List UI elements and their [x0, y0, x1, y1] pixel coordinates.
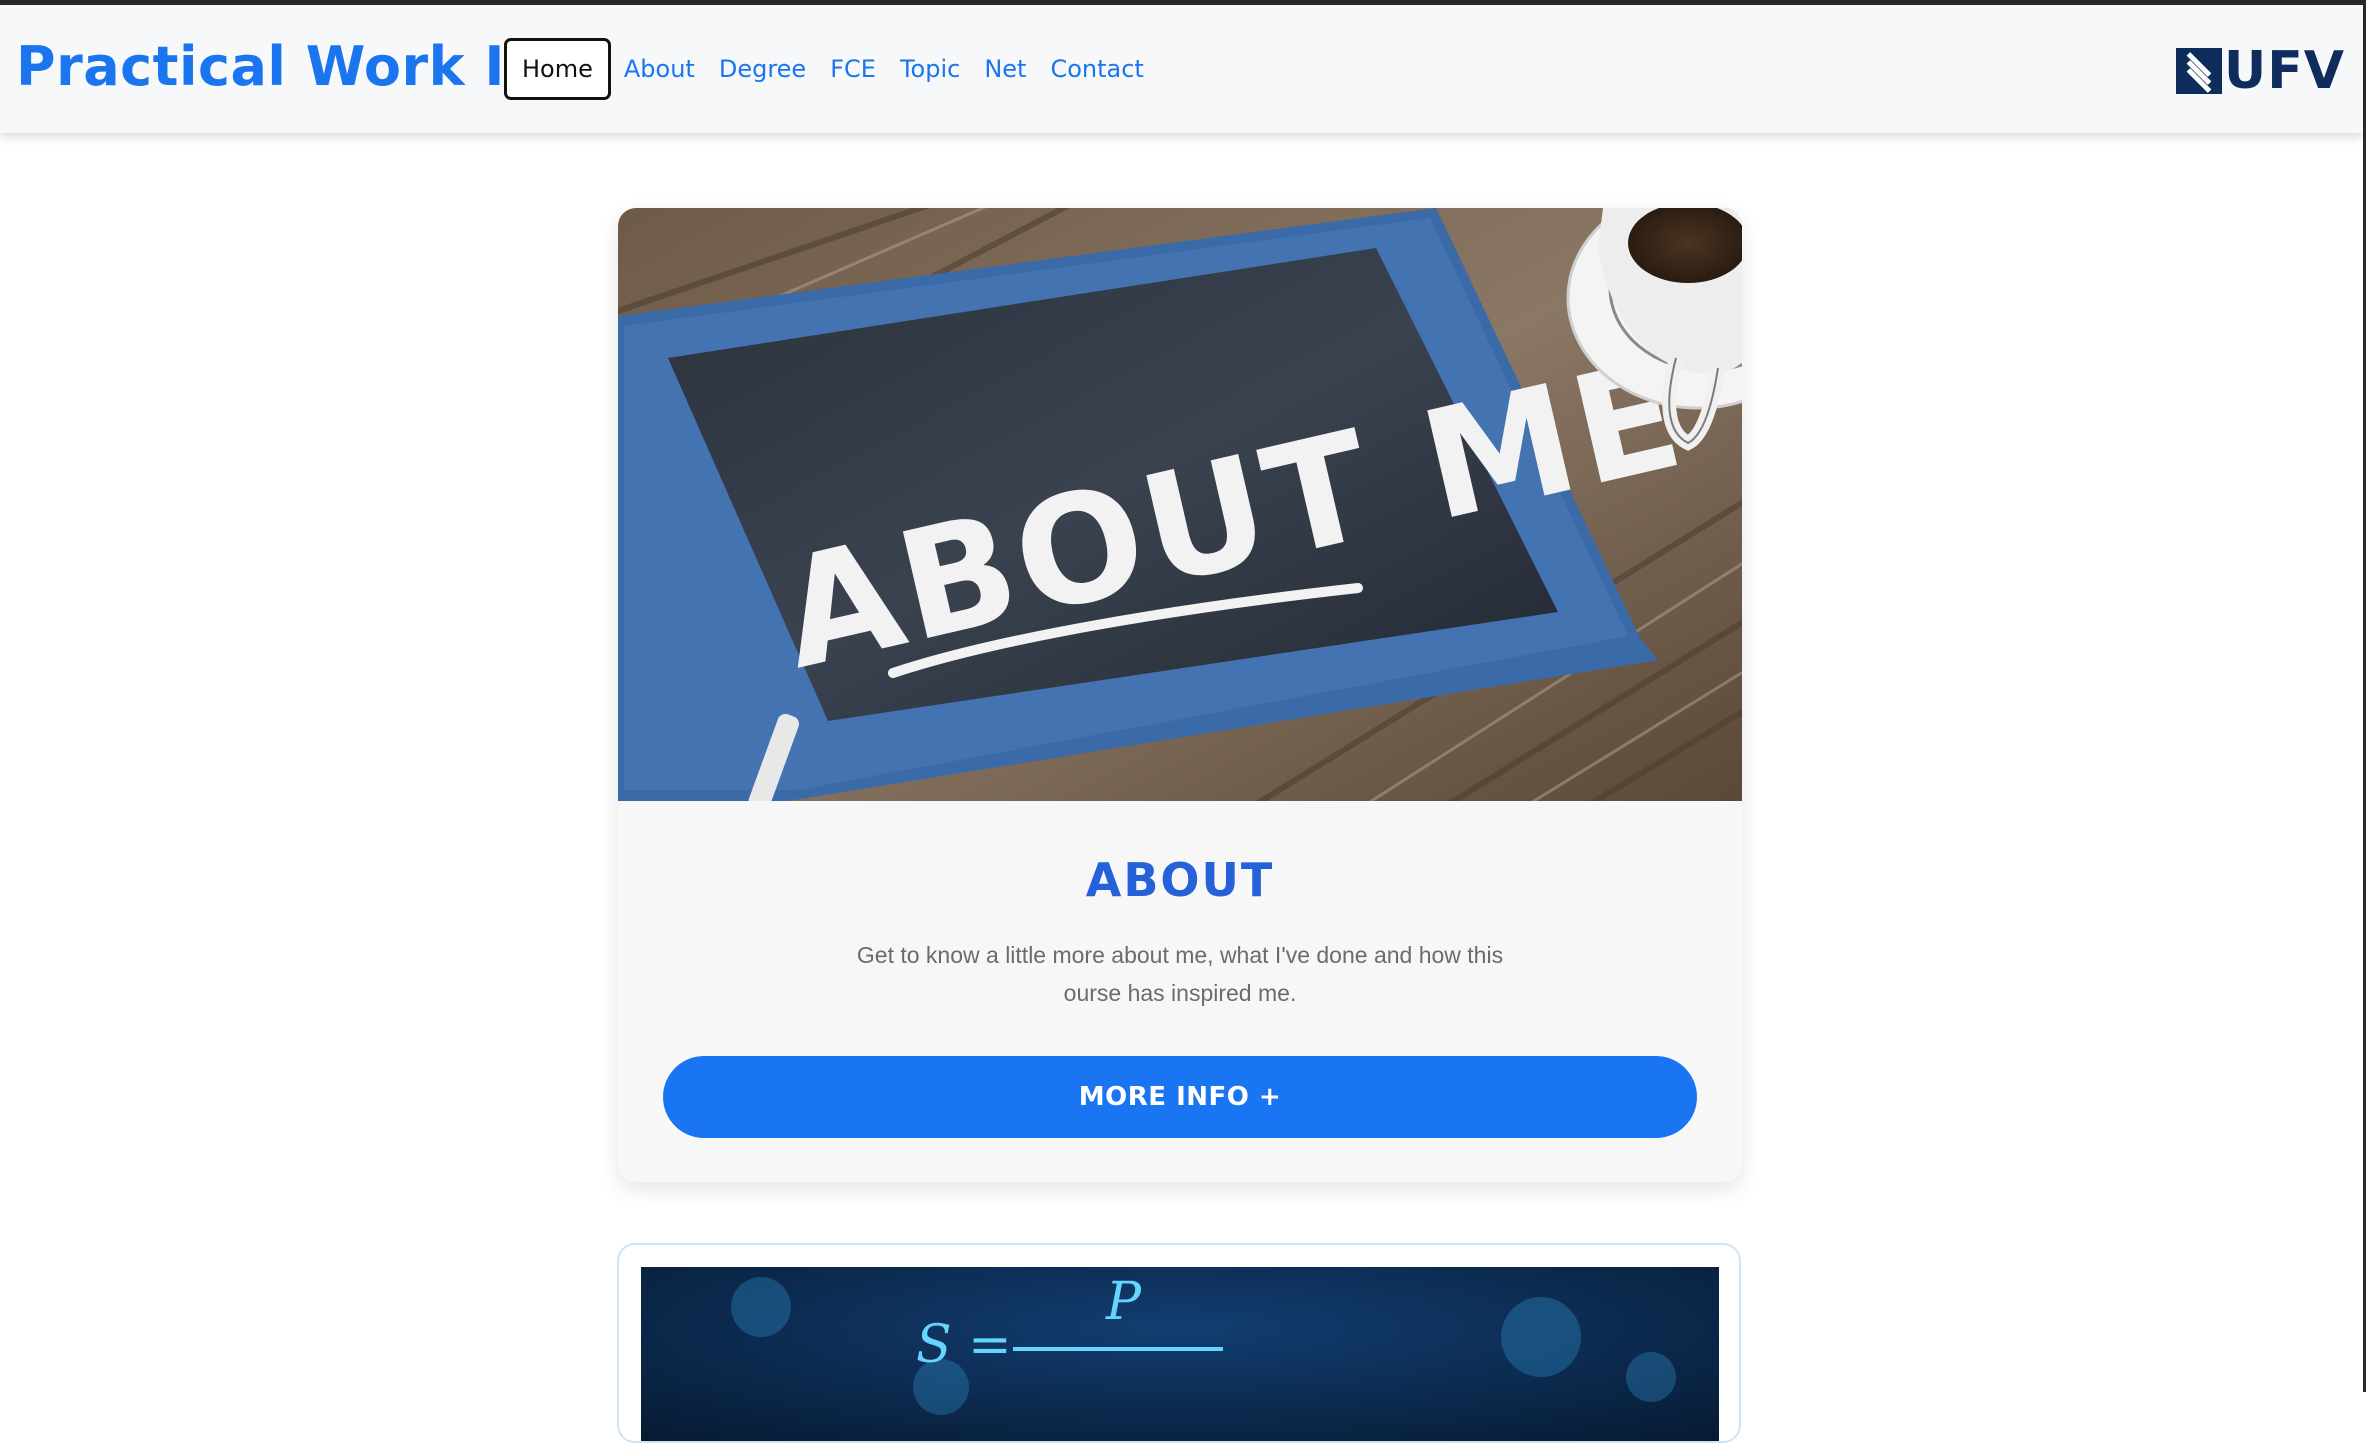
second-card-image: S = P: [641, 1267, 1719, 1441]
brand-title[interactable]: Practical Work II: [16, 35, 526, 98]
about-card-image: ABOUT ME: [618, 208, 1742, 801]
nav-fce[interactable]: FCE: [830, 55, 876, 83]
ufv-logo-text: UFV: [2224, 41, 2345, 101]
about-card-title: ABOUT: [1085, 853, 1275, 907]
nav-about[interactable]: About: [624, 55, 695, 83]
second-card: S = P: [617, 1243, 1741, 1443]
about-card-description-line1: Get to know a little more about me, what…: [856, 942, 1504, 968]
about-card-description-line2: ourse has inspired me.: [1063, 980, 1297, 1006]
ufv-logo[interactable]: UFV: [2176, 45, 2345, 97]
formula-image: S = P: [641, 1267, 1719, 1441]
nav-net[interactable]: Net: [984, 55, 1026, 83]
ufv-logo-icon: [2176, 48, 2222, 94]
about-card: ABOUT ME ABOUT Get to know a little more…: [618, 208, 1742, 1182]
formula-numerator: P: [1105, 1272, 1142, 1332]
more-info-button[interactable]: MORE INFO +: [663, 1056, 1697, 1138]
nav-degree[interactable]: Degree: [719, 55, 806, 83]
nav-contact[interactable]: Contact: [1050, 55, 1143, 83]
formula-left: S =: [916, 1315, 1012, 1375]
nav-links: Home About Degree FCE Topic Net Contact: [504, 36, 1144, 102]
nav-home[interactable]: Home: [504, 38, 611, 100]
about-card-description: Get to know a little more about me, what…: [830, 936, 1530, 1012]
navbar: Practical Work II Home About Degree FCE …: [0, 5, 2363, 133]
nav-topic[interactable]: Topic: [900, 55, 960, 83]
about-me-chalkboard-image: ABOUT ME: [618, 208, 1742, 801]
